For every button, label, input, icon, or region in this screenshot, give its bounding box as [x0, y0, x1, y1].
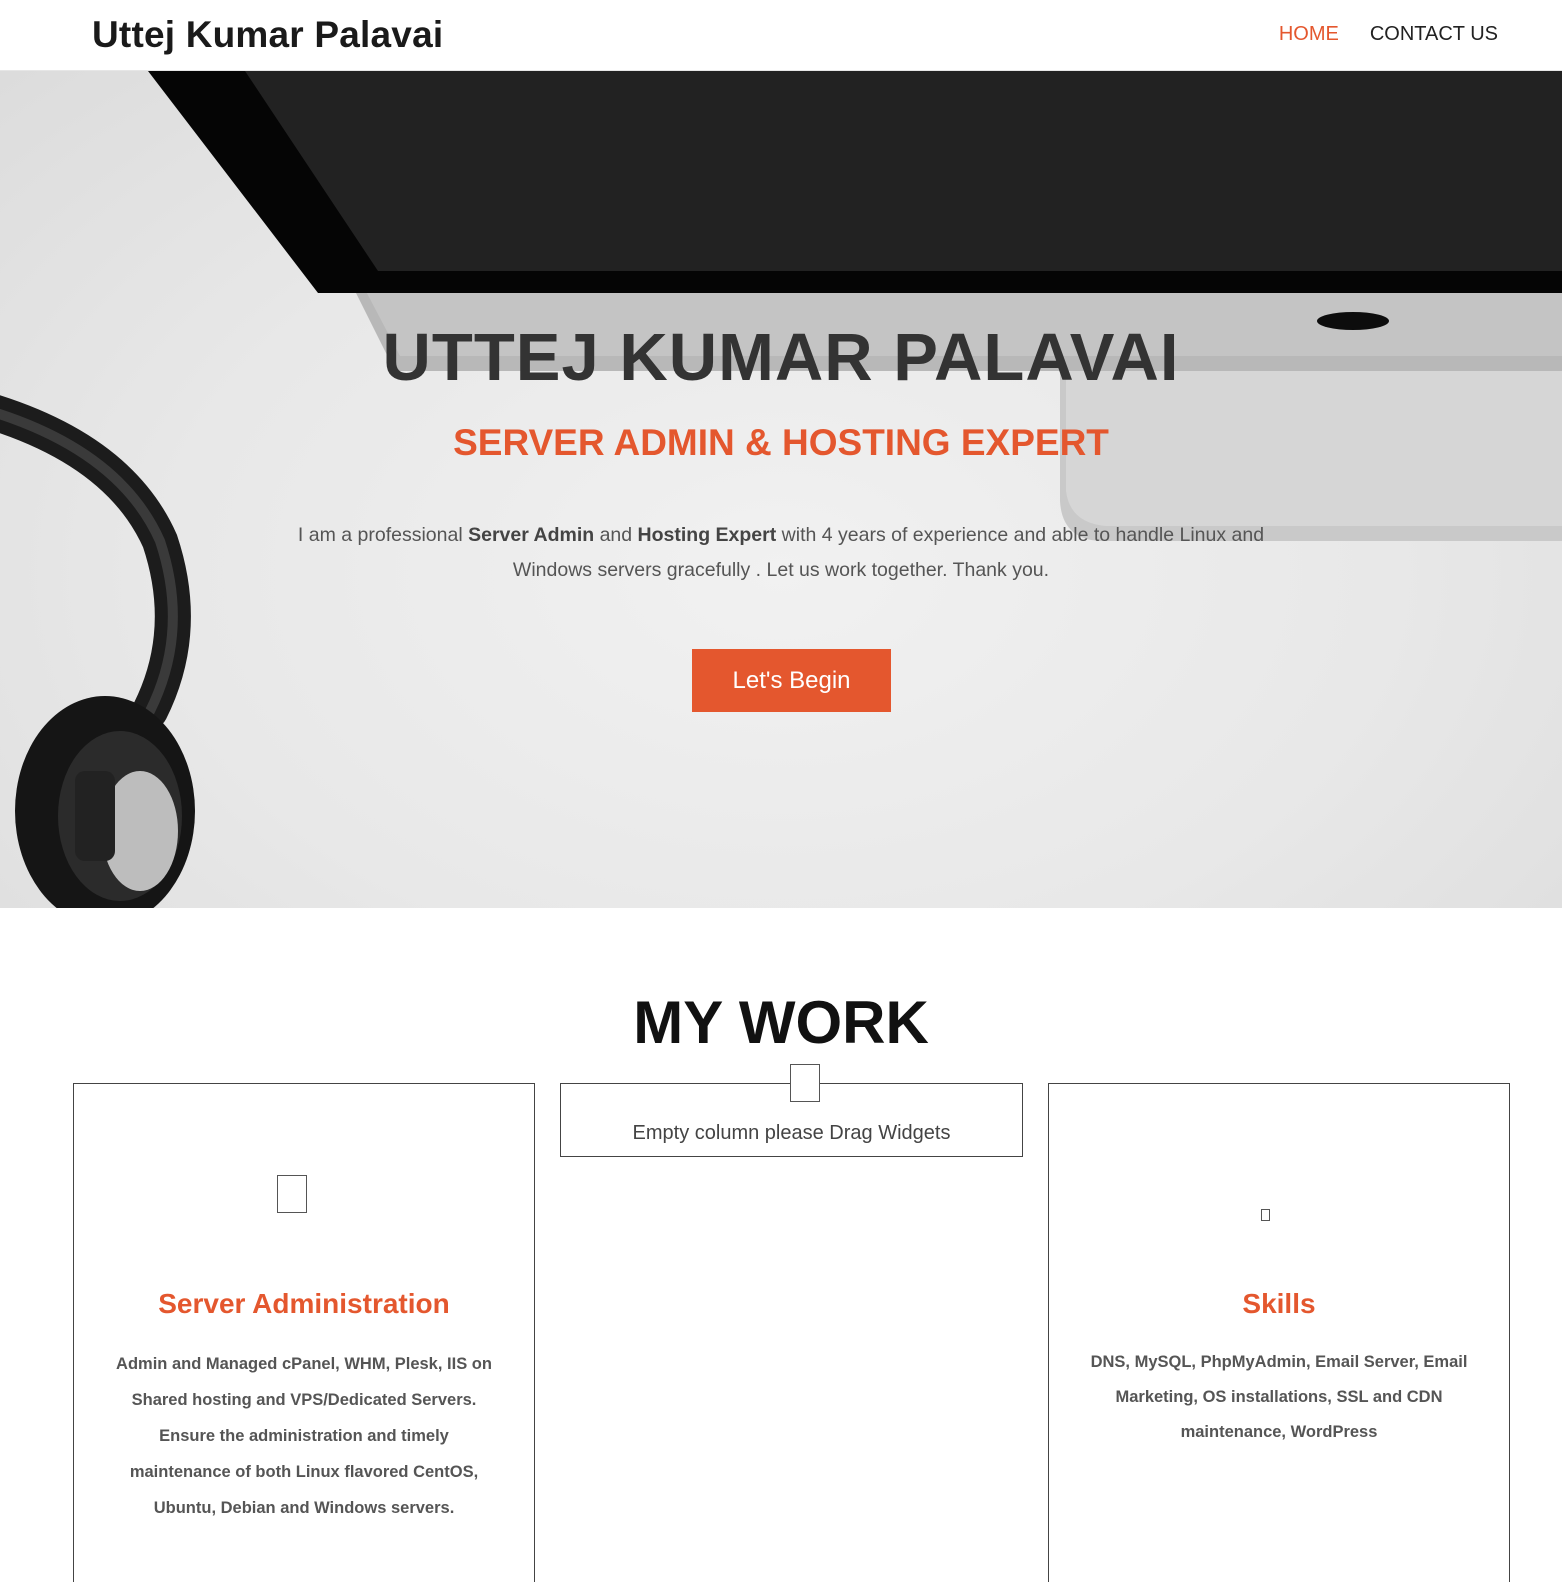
monitor-screen [245, 71, 1562, 271]
nav-contact-link[interactable]: CONTACT US [1370, 23, 1498, 46]
hero-description: I am a professional Server Admin and Hos… [297, 524, 1265, 581]
card-title: Server Administration [158, 1288, 450, 1319]
card-text: Admin and Managed cPanel, WHM, Plesk, II… [116, 1355, 492, 1517]
nav-home-link[interactable]: HOME [1279, 23, 1339, 46]
hero-subtitle: SERVER ADMIN & HOSTING EXPERT [453, 422, 1109, 463]
hero-title: UTTEJ KUMAR PALAVAI [382, 320, 1180, 395]
card-text: DNS, MySQL, PhpMyAdmin, Email Server, Em… [1090, 1353, 1468, 1441]
site-header: Uttej Kumar Palavai HOME CONTACT US [0, 0, 1562, 71]
widget-placeholder-icon [790, 1064, 820, 1102]
server-icon [277, 1175, 307, 1213]
hero-section: UTTEJ KUMAR PALAVAI SERVER ADMIN & HOSTI… [0, 71, 1562, 908]
my-work-heading: MY WORK [633, 989, 929, 1056]
main-nav: HOME CONTACT US [1279, 23, 1498, 46]
site-title[interactable]: Uttej Kumar Palavai [92, 14, 443, 56]
empty-column-text: Empty column please Drag Widgets [632, 1122, 951, 1144]
skills-card: Skills DNS, MySQL, PhpMyAdmin, Email Ser… [1048, 1083, 1510, 1582]
headphones [0, 395, 195, 908]
lets-begin-button[interactable]: Let's Begin [692, 649, 891, 712]
hero-background-image [0, 71, 1562, 908]
empty-column-card[interactable]: Empty column please Drag Widgets [560, 1064, 1023, 1157]
server-administration-card: Server Administration Admin and Managed … [73, 1083, 535, 1582]
card-title: Skills [1242, 1288, 1316, 1319]
skills-icon [1261, 1209, 1270, 1221]
